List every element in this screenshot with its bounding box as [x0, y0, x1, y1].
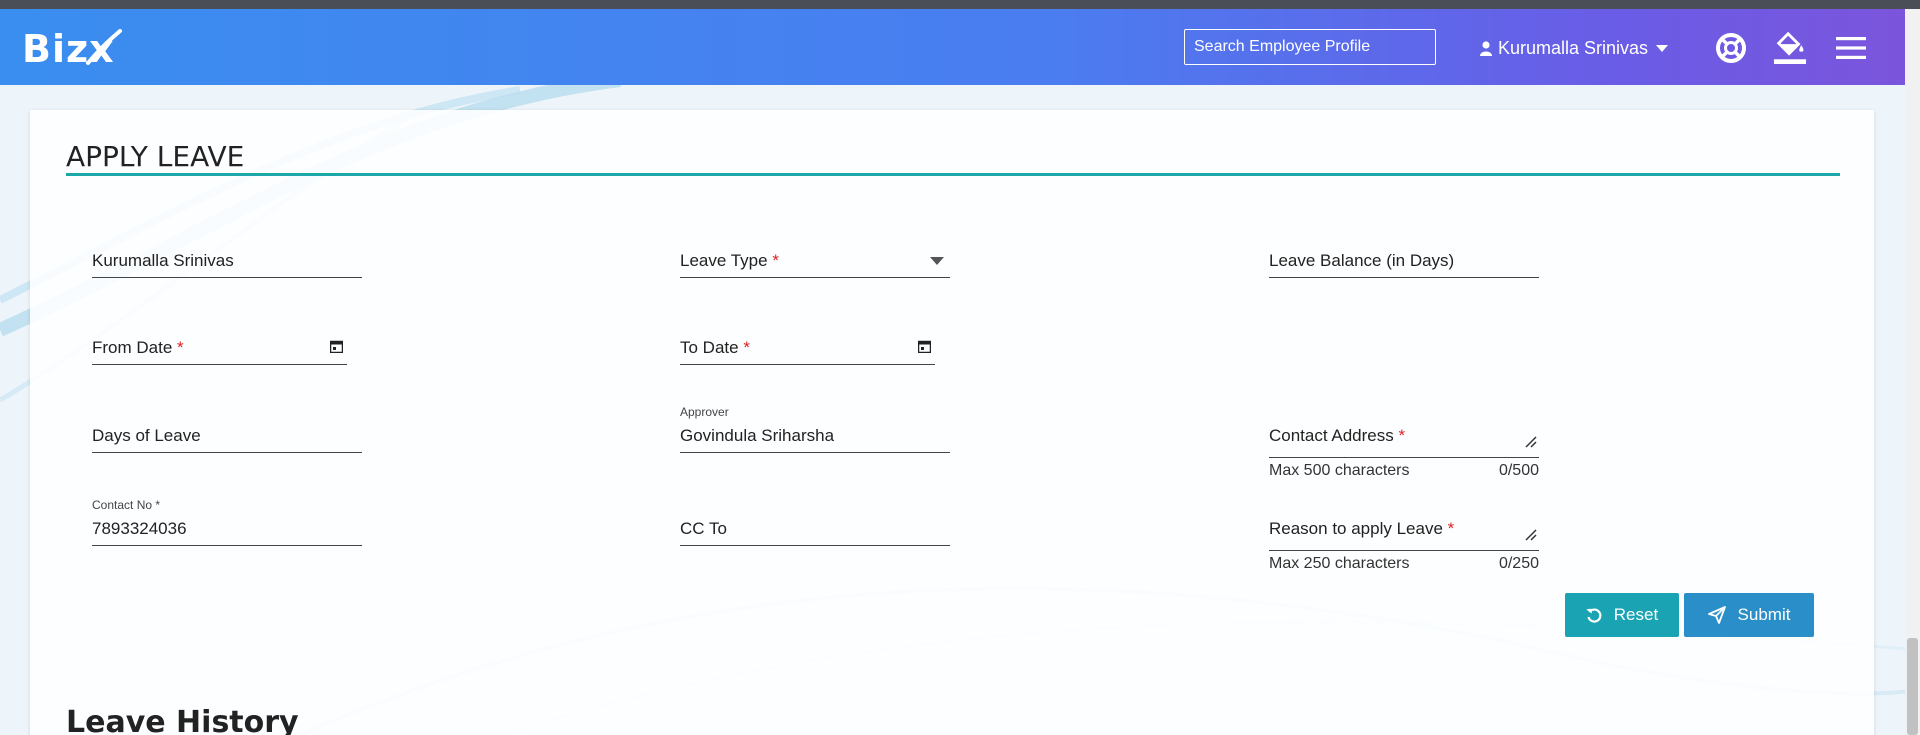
hamburger-menu-icon[interactable] [1834, 31, 1868, 65]
resize-handle-icon[interactable] [1525, 436, 1537, 448]
page-scrollbar-thumb[interactable] [1907, 638, 1918, 735]
user-menu-dropdown[interactable]: Kurumalla Srinivas [1480, 35, 1669, 61]
reason-hint: Max 250 characters [1269, 555, 1410, 572]
apply-leave-card: APPLY LEAVE Kurumalla Srinivas Leave Typ… [30, 110, 1874, 735]
contact-address-counter: 0/500 [1498, 462, 1539, 479]
days-of-leave-field: Days of Leave [92, 422, 362, 453]
contact-no-field[interactable]: Contact No * 7893324036 [92, 498, 362, 546]
reason-counter: 0/250 [1498, 555, 1539, 572]
calendar-icon[interactable] [918, 340, 931, 353]
to-date-field[interactable]: To Date * [680, 334, 935, 365]
leave-history-title: Leave History [66, 705, 299, 735]
caret-down-icon [1656, 44, 1669, 52]
cc-to-field[interactable]: CC To [680, 515, 950, 546]
paint-bucket-icon[interactable] [1773, 27, 1807, 67]
approver-field[interactable]: Approver Govindula Sriharsha [680, 405, 950, 453]
title-divider [66, 173, 1840, 176]
reason-textarea[interactable]: Reason to apply Leave * [1269, 515, 1539, 551]
chevron-down-icon [930, 257, 944, 265]
user-icon [1480, 40, 1492, 56]
leave-type-select[interactable]: Leave Type * [680, 247, 950, 278]
paper-plane-icon [1707, 606, 1726, 624]
bizx-logo[interactable]: Bizx [22, 21, 122, 73]
page-title: APPLY LEAVE [66, 140, 245, 173]
help-lifebuoy-icon[interactable] [1714, 31, 1748, 65]
contact-address-hint: Max 500 characters [1269, 462, 1410, 479]
app-header: Bizx Kurumalla Srinivas [0, 9, 1905, 85]
leave-balance-field: Leave Balance (in Days) [1269, 247, 1539, 278]
reset-button[interactable]: Reset [1565, 593, 1679, 637]
calendar-icon[interactable] [330, 340, 343, 353]
search-employee-input[interactable] [1184, 29, 1436, 65]
employee-name-field[interactable]: Kurumalla Srinivas [92, 247, 362, 278]
page-scrollbar-track[interactable] [1905, 9, 1920, 735]
resize-handle-icon[interactable] [1525, 529, 1537, 541]
reset-icon [1585, 608, 1602, 623]
contact-address-textarea[interactable]: Contact Address * [1269, 422, 1539, 458]
from-date-field[interactable]: From Date * [92, 334, 347, 365]
browser-top-strip [0, 0, 1920, 9]
user-name: Kurumalla Srinivas [1498, 37, 1649, 58]
submit-button[interactable]: Submit [1684, 593, 1814, 637]
